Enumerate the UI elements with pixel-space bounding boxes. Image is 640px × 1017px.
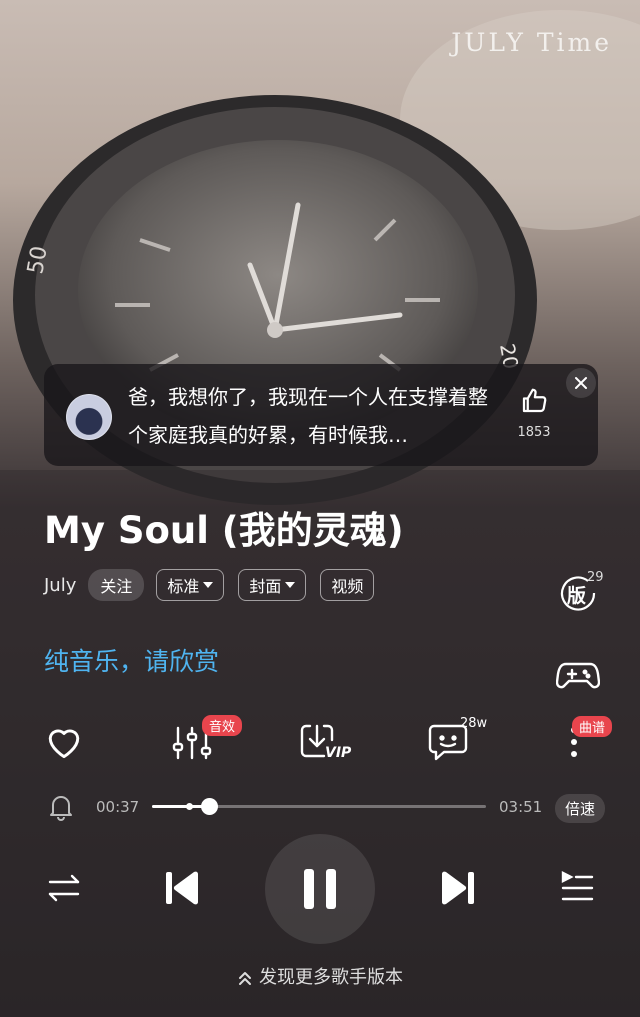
vip-label: VIP: [325, 745, 352, 761]
pause-button[interactable]: [265, 834, 375, 944]
sleep-timer-button[interactable]: [48, 793, 74, 825]
heart-icon: [48, 729, 80, 759]
song-title: My Soul (我的灵魂): [44, 509, 404, 552]
video-button[interactable]: 视频: [320, 569, 375, 601]
close-comment-button[interactable]: [566, 368, 596, 398]
sound-effects-badge: 音效: [202, 715, 243, 736]
svg-text:50: 50: [23, 244, 52, 276]
progress-knob[interactable]: [200, 798, 218, 815]
cover-label: 封面: [249, 577, 282, 596]
watermark-text: JULY Time: [451, 28, 612, 57]
skip-next-icon: [442, 871, 474, 905]
close-icon: [575, 377, 587, 389]
commenter-avatar[interactable]: [66, 394, 112, 440]
skip-previous-icon: [166, 871, 198, 905]
caret-down-icon: [285, 582, 296, 588]
hot-comment-card[interactable]: 爸，我想你了，我现在一个人在支撑着整个家庭我真的好累，有时候我… 1853: [44, 364, 598, 466]
gamepad-icon: [555, 662, 601, 689]
comments-count: 28w: [460, 716, 488, 731]
current-lyric: 纯音乐，请欣赏: [44, 647, 220, 676]
download-vip-button[interactable]: VIP: [298, 720, 351, 768]
elapsed-time: 00:37: [96, 798, 140, 816]
video-label: 视频: [331, 577, 364, 596]
comment-like-count: 1853: [517, 425, 551, 440]
discover-label: 发现更多歌手版本: [259, 967, 403, 988]
progress-marker: [185, 803, 193, 810]
caret-down-icon: [203, 582, 214, 588]
game-button[interactable]: [555, 656, 601, 694]
like-comment-button[interactable]: [514, 386, 554, 420]
playlist-icon: [561, 871, 594, 901]
quality-label: 标准: [167, 577, 200, 596]
quality-dropdown[interactable]: 标准: [156, 569, 225, 601]
follow-button[interactable]: 关注: [88, 569, 145, 601]
playback-speed-button[interactable]: 倍速: [555, 794, 606, 823]
next-track-button[interactable]: [436, 866, 480, 914]
song-meta-row: July 关注 标准 封面 视频: [44, 569, 388, 601]
comment-text: 爸，我想你了，我现在一个人在支撑着整个家庭我真的好累，有时候我…: [128, 385, 488, 447]
thumbs-up-icon: [522, 388, 547, 413]
sound-effects-button[interactable]: 音效: [170, 715, 243, 768]
version-count: 29: [587, 570, 604, 585]
progress-slider[interactable]: [152, 798, 486, 815]
version-label: 版: [567, 585, 587, 607]
bell-icon: [50, 796, 72, 821]
more-options-button[interactable]: 曲谱: [552, 716, 613, 768]
comments-button[interactable]: 28w: [426, 716, 487, 768]
artist-name[interactable]: July: [44, 575, 76, 596]
repeat-order-icon: [48, 874, 80, 902]
favorite-button[interactable]: [42, 720, 90, 768]
discover-more-versions[interactable]: 发现更多歌手版本: [0, 963, 640, 989]
previous-track-button[interactable]: [160, 866, 204, 914]
cover-dropdown[interactable]: 封面: [238, 569, 307, 601]
pause-icon: [304, 869, 336, 909]
sheet-music-badge: 曲谱: [572, 716, 613, 737]
double-chevron-up-icon: [239, 972, 251, 985]
play-mode-button[interactable]: [46, 870, 82, 910]
playlist-button[interactable]: [558, 868, 596, 910]
total-time: 03:51: [499, 798, 543, 816]
